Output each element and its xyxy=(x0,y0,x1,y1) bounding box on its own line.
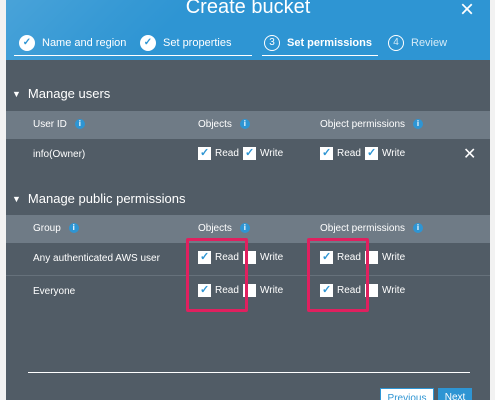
caret-down-icon: ▼ xyxy=(12,89,21,99)
objects-read-checkbox[interactable]: ✓ Read xyxy=(198,147,239,160)
step-number: 4 xyxy=(388,35,404,52)
column-objects: Objects i xyxy=(198,119,250,130)
checkbox-label: Write xyxy=(260,285,284,296)
info-icon[interactable]: i xyxy=(413,119,424,130)
manage-public-permissions-toggle[interactable]: ▼ Manage public permissions xyxy=(12,191,185,206)
checkbox-label: Write xyxy=(382,285,406,296)
dialog-title: Create bucket xyxy=(185,0,311,18)
step-set-permissions[interactable]: 3 Set permissions xyxy=(264,32,372,54)
highlight-permissions-read xyxy=(307,238,369,312)
close-icon[interactable]: × xyxy=(460,0,474,22)
public-table-header: Group i Objects i Object permissions i xyxy=(6,215,490,243)
check-icon: ✓ xyxy=(367,147,377,159)
column-user-id: User ID i xyxy=(33,119,85,130)
column-object-permissions: Object permissions i xyxy=(320,119,424,130)
permissions-write-checkbox[interactable]: Write xyxy=(365,284,405,297)
checkbox-box: ✓ xyxy=(198,147,211,160)
previous-button[interactable]: Previous xyxy=(380,388,434,400)
check-icon: ✓ xyxy=(245,147,255,159)
checkbox-box: ✓ xyxy=(320,147,333,160)
step-label: Set properties xyxy=(163,37,232,50)
checkbox-box: ✓ xyxy=(365,147,378,160)
caret-down-icon: ▼ xyxy=(12,194,21,204)
create-bucket-dialog: Create bucket × ✓ Name and region ✓ Set pr… xyxy=(6,0,490,400)
wizard-steps: ✓ Name and region ✓ Set properties 3 Set pe… xyxy=(6,32,490,56)
table-row: info(Owner) ✓ Read ✓ Write ✓ Read ✓ Write ✕ xyxy=(6,139,490,171)
group-name: Any authenticated AWS user xyxy=(33,253,160,264)
objects-write-checkbox[interactable]: Write xyxy=(243,284,283,297)
step-underline-active xyxy=(262,55,378,56)
step-label: Name and region xyxy=(42,37,127,50)
checkbox-label: Write xyxy=(382,148,406,159)
remove-user-icon[interactable]: ✕ xyxy=(463,144,476,164)
objects-write-checkbox[interactable]: Write xyxy=(243,251,283,264)
step-underline xyxy=(14,55,252,56)
column-label: Objects xyxy=(198,223,232,234)
column-label: Objects xyxy=(198,119,232,130)
next-button[interactable]: Next xyxy=(438,388,472,400)
permissions-write-checkbox[interactable]: Write xyxy=(365,251,405,264)
check-icon: ✓ xyxy=(140,35,156,52)
column-group: Group i xyxy=(33,223,79,234)
user-name: info(Owner) xyxy=(33,149,86,160)
checkbox-label: Read xyxy=(215,148,239,159)
column-object-permissions: Object permissions i xyxy=(320,223,424,234)
step-label: Review xyxy=(411,37,448,50)
check-icon: ✓ xyxy=(19,35,35,52)
info-icon[interactable]: i xyxy=(68,223,79,234)
column-label: Object permissions xyxy=(320,119,406,130)
manage-users-toggle[interactable]: ▼ Manage users xyxy=(12,86,110,101)
info-icon[interactable]: i xyxy=(74,119,85,130)
permissions-read-checkbox[interactable]: ✓ Read xyxy=(320,147,361,160)
column-label: User ID xyxy=(33,119,67,130)
users-table-header: User ID i Objects i Object permissions i xyxy=(6,111,490,139)
step-name-and-region[interactable]: ✓ Name and region xyxy=(19,32,126,54)
info-icon[interactable]: i xyxy=(239,223,250,234)
permissions-write-checkbox[interactable]: ✓ Write xyxy=(365,147,405,160)
footer-divider xyxy=(28,372,470,373)
group-name: Everyone xyxy=(33,286,76,297)
section-heading: Manage users xyxy=(27,86,111,101)
table-row: Any authenticated AWS user ✓ Read Write ✓… xyxy=(6,243,490,275)
check-icon: ✓ xyxy=(322,147,332,159)
table-row: Everyone ✓ Read Write ✓ Read Write xyxy=(6,276,490,308)
step-review[interactable]: 4 Review xyxy=(388,32,447,54)
column-label: Group xyxy=(33,223,61,234)
step-number: 3 xyxy=(264,35,280,52)
checkbox-label: Read xyxy=(337,148,361,159)
checkbox-label: Write xyxy=(260,252,284,263)
highlight-objects-read xyxy=(186,238,248,312)
dialog-header: Create bucket × ✓ Name and region ✓ Set pr… xyxy=(6,0,490,60)
step-label: Set permissions xyxy=(287,37,372,50)
checkbox-label: Write xyxy=(382,252,406,263)
info-icon[interactable]: i xyxy=(239,119,250,130)
checkbox-label: Write xyxy=(260,148,284,159)
check-icon: ✓ xyxy=(200,147,210,159)
section-heading: Manage public permissions xyxy=(27,191,186,206)
column-label: Object permissions xyxy=(320,223,406,234)
info-icon[interactable]: i xyxy=(413,223,424,234)
step-set-properties[interactable]: ✓ Set properties xyxy=(140,32,231,54)
checkbox-box: ✓ xyxy=(243,147,256,160)
objects-write-checkbox[interactable]: ✓ Write xyxy=(243,147,283,160)
column-objects: Objects i xyxy=(198,223,250,234)
